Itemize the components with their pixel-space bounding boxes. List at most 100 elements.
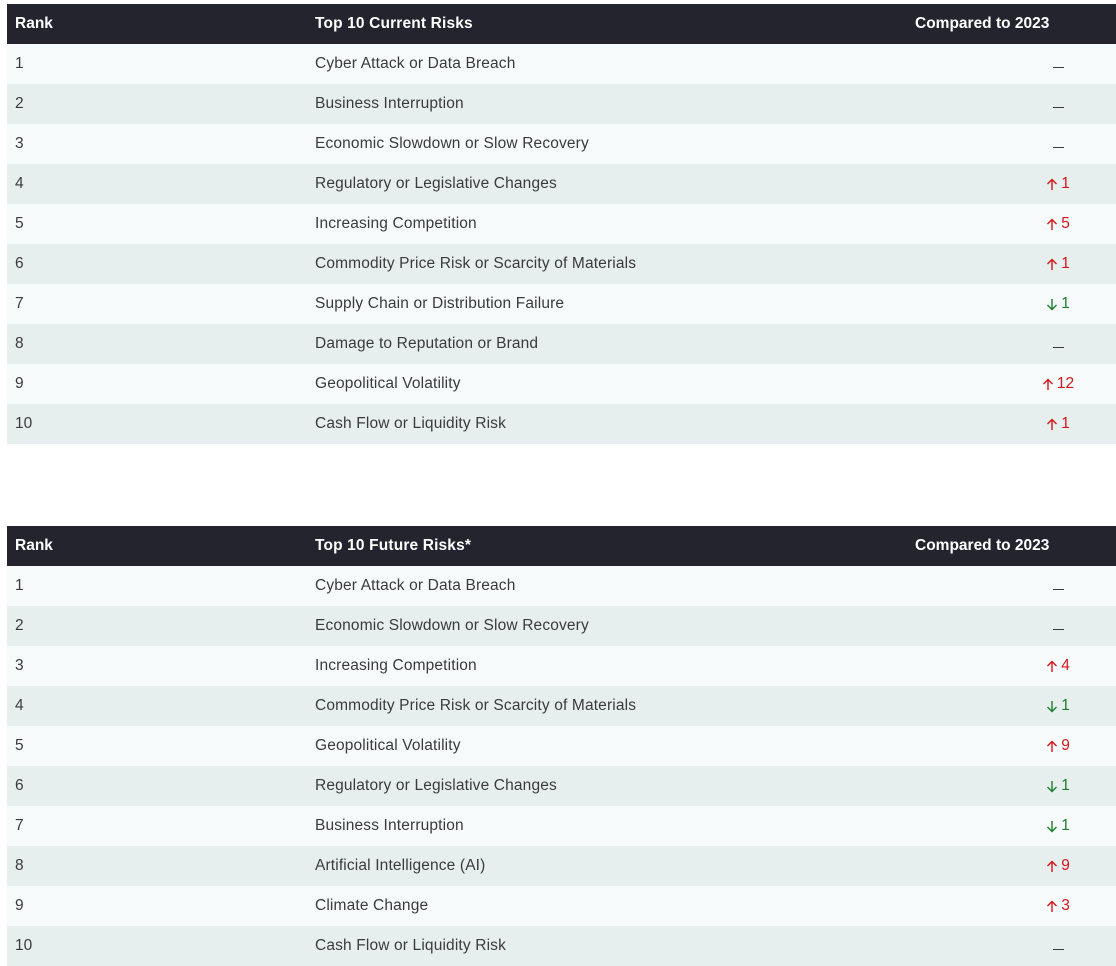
table-row: 9 Climate Change 3	[7, 886, 1116, 926]
compare-cell	[1023, 84, 1093, 124]
rank-change-value: 9	[1061, 737, 1070, 754]
risk-name-cell: Geopolitical Volatility	[315, 375, 461, 392]
rank-cell: 9	[15, 375, 24, 392]
dash-icon	[1052, 948, 1064, 950]
dash-icon	[1052, 106, 1064, 108]
rank-change-value: 12	[1056, 375, 1075, 392]
risk-name-cell: Damage to Reputation or Brand	[315, 335, 539, 352]
rank-cell: 1	[15, 55, 24, 72]
table-row: 5 Geopolitical Volatility 9	[7, 726, 1116, 766]
no-change-indicator	[1052, 948, 1064, 950]
table-row: 7 Business Interruption 1	[7, 806, 1116, 846]
risk-name-cell: Cyber Attack or Data Breach	[315, 55, 516, 72]
rank-cell: 10	[15, 415, 33, 432]
compare-cell	[1023, 926, 1093, 966]
rank-change-value: 1	[1061, 817, 1070, 834]
risk-name-cell: Climate Change	[315, 897, 429, 914]
compare-cell	[1023, 44, 1093, 84]
rank-change-indicator: 3	[1046, 886, 1070, 926]
risk-name-cell: Geopolitical Volatility	[315, 737, 461, 754]
rank-change-indicator: 1	[1046, 686, 1070, 726]
table-row: 3 Increasing Competition 4	[7, 646, 1116, 686]
arrow-up-icon	[1046, 178, 1058, 191]
compare-cell: 4	[1023, 646, 1093, 686]
rank-change-value: 1	[1061, 295, 1070, 312]
risk-name-cell: Cash Flow or Liquidity Risk	[315, 415, 506, 432]
arrow-up-icon	[1042, 378, 1054, 391]
compare-cell: 1	[1023, 766, 1093, 806]
risk-name-cell: Economic Slowdown or Slow Recovery	[315, 617, 589, 634]
rank-column-header: Rank	[15, 15, 53, 32]
rank-change-indicator: 9	[1046, 726, 1070, 766]
rank-change-indicator: 1	[1046, 766, 1070, 806]
risk-name-cell: Regulatory or Legislative Changes	[315, 175, 557, 192]
rank-cell: 2	[15, 617, 24, 634]
rank-cell: 4	[15, 175, 24, 192]
table-row: 10 Cash Flow or Liquidity Risk	[7, 926, 1116, 966]
compare-cell: 9	[1023, 726, 1093, 766]
compare-cell	[1023, 324, 1093, 364]
table-header: Rank Top 10 Future Risks* Compared to 20…	[7, 526, 1116, 566]
table-row: 2 Business Interruption	[7, 84, 1116, 124]
arrow-up-icon	[1046, 740, 1058, 753]
table-row: 1 Cyber Attack or Data Breach	[7, 566, 1116, 606]
rank-cell: 8	[15, 335, 24, 352]
rank-cell: 2	[15, 95, 24, 112]
no-change-indicator	[1052, 106, 1064, 108]
arrow-down-icon	[1046, 700, 1058, 713]
no-change-indicator	[1052, 346, 1064, 348]
rank-change-value: 1	[1061, 175, 1070, 192]
compare-column-header: Compared to 2023	[915, 537, 1050, 554]
rank-cell: 5	[15, 737, 24, 754]
dash-icon	[1052, 66, 1064, 68]
dash-icon	[1052, 628, 1064, 630]
risk-name-cell: Business Interruption	[315, 817, 464, 834]
rank-change-value: 1	[1061, 777, 1070, 794]
table-row: 4 Commodity Price Risk or Scarcity of Mat…	[7, 686, 1116, 726]
rank-change-indicator: 1	[1046, 244, 1070, 284]
table-row: 2 Economic Slowdown or Slow Recovery	[7, 606, 1116, 646]
no-change-indicator	[1052, 628, 1064, 630]
rank-cell: 7	[15, 295, 24, 312]
rank-cell: 6	[15, 255, 24, 272]
rank-change-value: 1	[1061, 697, 1070, 714]
risk-name-cell: Increasing Competition	[315, 657, 477, 674]
compare-cell: 1	[1023, 244, 1093, 284]
rank-cell: 5	[15, 215, 24, 232]
arrow-up-icon	[1046, 860, 1058, 873]
compare-cell: 12	[1023, 364, 1093, 404]
arrow-up-icon	[1046, 218, 1058, 231]
arrow-up-icon	[1046, 900, 1058, 913]
table-row: 10 Cash Flow or Liquidity Risk 1	[7, 404, 1116, 444]
table-body: 1 Cyber Attack or Data Breach 2 Economic Sl…	[7, 566, 1116, 966]
current-risks-table: Rank Top 10 Current Risks Compared to 20…	[7, 4, 1116, 444]
table-row: 4 Regulatory or Legislative Changes 1	[7, 164, 1116, 204]
rank-change-indicator: 9	[1046, 846, 1070, 886]
no-change-indicator	[1052, 146, 1064, 148]
table-row: 8 Damage to Reputation or Brand	[7, 324, 1116, 364]
risk-column-header: Top 10 Current Risks	[315, 15, 473, 32]
rank-cell: 8	[15, 857, 24, 874]
risk-name-cell: Cyber Attack or Data Breach	[315, 577, 516, 594]
rank-cell: 10	[15, 937, 33, 954]
rank-change-indicator: 4	[1046, 646, 1070, 686]
risk-column-header: Top 10 Future Risks*	[315, 537, 472, 554]
rank-change-value: 3	[1061, 897, 1070, 914]
table-row: 1 Cyber Attack or Data Breach	[7, 44, 1116, 84]
arrow-down-icon	[1046, 780, 1058, 793]
rank-change-indicator: 1	[1046, 164, 1070, 204]
table-row: 9 Geopolitical Volatility 12	[7, 364, 1116, 404]
risk-name-cell: Cash Flow or Liquidity Risk	[315, 937, 506, 954]
rank-change-value: 4	[1061, 657, 1070, 674]
arrow-up-icon	[1046, 418, 1058, 431]
arrow-up-icon	[1046, 258, 1058, 271]
rank-cell: 9	[15, 897, 24, 914]
risk-name-cell: Artificial Intelligence (AI)	[315, 857, 486, 874]
risk-name-cell: Economic Slowdown or Slow Recovery	[315, 135, 589, 152]
compare-cell	[1023, 124, 1093, 164]
rank-cell: 3	[15, 135, 24, 152]
rank-change-indicator: 1	[1046, 284, 1070, 324]
arrow-down-icon	[1046, 298, 1058, 311]
risk-name-cell: Business Interruption	[315, 95, 464, 112]
table-row: 6 Regulatory or Legislative Changes 1	[7, 766, 1116, 806]
